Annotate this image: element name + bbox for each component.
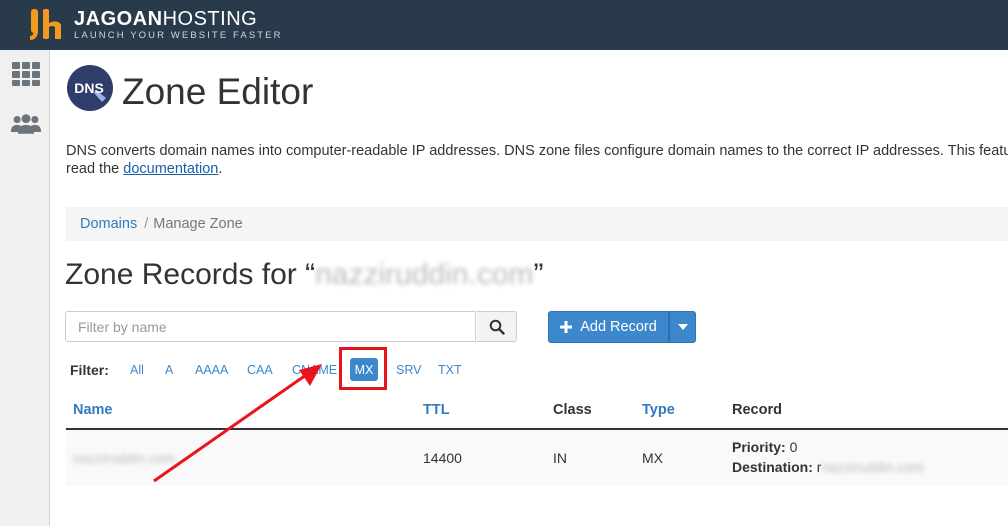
sidebar bbox=[0, 50, 50, 526]
add-record-dropdown-toggle[interactable] bbox=[669, 311, 696, 343]
filter-a[interactable]: A bbox=[165, 363, 173, 378]
add-record-label: Add Record bbox=[580, 319, 657, 335]
description-line-2: read the documentation. bbox=[66, 161, 223, 177]
users-icon bbox=[10, 114, 42, 134]
description-line-1: DNS converts domain names into computer-… bbox=[66, 143, 1008, 159]
page-title: Zone Editor bbox=[122, 71, 314, 112]
zone-records-title: Zone Records for “nazziruddin.com” bbox=[65, 256, 544, 294]
record-name: nazziruddin.com bbox=[73, 450, 175, 466]
breadcrumb-separator: / bbox=[144, 216, 149, 232]
caret-down-icon bbox=[677, 324, 688, 330]
add-record-button[interactable]: Add Record bbox=[548, 311, 669, 343]
domain-name-blurred: nazziruddin.com bbox=[315, 258, 534, 291]
documentation-link[interactable]: documentation bbox=[123, 161, 218, 177]
column-header-record: Record bbox=[732, 402, 782, 418]
filter-txt[interactable]: TXT bbox=[438, 363, 462, 378]
sidebar-item-home[interactable] bbox=[10, 60, 42, 88]
filter-cname[interactable]: CNAME bbox=[292, 363, 337, 378]
record-destination: Destination: rnazziruddin.com bbox=[732, 459, 924, 475]
breadcrumb: Domains / Manage Zone bbox=[66, 207, 1008, 241]
search-button[interactable] bbox=[477, 311, 517, 342]
jh-logo-icon bbox=[30, 9, 61, 40]
dns-icon: DNS bbox=[67, 65, 113, 111]
search-icon bbox=[489, 319, 505, 335]
record-ttl: 14400 bbox=[423, 450, 462, 466]
plus-icon bbox=[560, 321, 573, 333]
filter-all[interactable]: All bbox=[130, 363, 144, 378]
dns-icon-label: DNS bbox=[74, 80, 104, 96]
filter-srv[interactable]: SRV bbox=[396, 363, 421, 378]
brand-tagline: LAUNCH YOUR WEBSITE FASTER bbox=[74, 29, 283, 41]
record-type: MX bbox=[642, 450, 663, 466]
breadcrumb-current: Manage Zone bbox=[153, 216, 243, 232]
filter-name-input[interactable]: Filter by name bbox=[65, 311, 476, 342]
record-class: IN bbox=[553, 450, 567, 466]
column-header-ttl[interactable]: TTL bbox=[423, 402, 450, 418]
column-header-name[interactable]: Name bbox=[73, 402, 113, 418]
column-header-class: Class bbox=[553, 402, 592, 418]
record-priority: Priority: 0 bbox=[732, 439, 798, 455]
brand-logo[interactable]: JAGOANHOSTING LAUNCH YOUR WEBSITE FASTER bbox=[28, 6, 283, 44]
grid-icon bbox=[12, 62, 40, 86]
brand-name: JAGOANHOSTING bbox=[74, 7, 258, 30]
breadcrumb-domains-link[interactable]: Domains bbox=[80, 216, 137, 232]
filter-caa[interactable]: CAA bbox=[247, 363, 273, 378]
top-bar: JAGOANHOSTING LAUNCH YOUR WEBSITE FASTER bbox=[0, 0, 1008, 50]
filter-aaaa[interactable]: AAAA bbox=[195, 363, 228, 378]
filter-label: Filter: bbox=[70, 362, 109, 378]
main-content: DNS Zone Editor DNS converts domain name… bbox=[50, 50, 1008, 526]
column-header-type[interactable]: Type bbox=[642, 402, 675, 418]
sidebar-item-users[interactable] bbox=[10, 110, 42, 138]
mx-highlight-annotation bbox=[339, 347, 387, 390]
table-row[interactable]: nazziruddin.com 14400 IN MX Priority: 0 … bbox=[66, 430, 1008, 486]
page-description: DNS converts domain names into computer-… bbox=[66, 142, 1008, 178]
